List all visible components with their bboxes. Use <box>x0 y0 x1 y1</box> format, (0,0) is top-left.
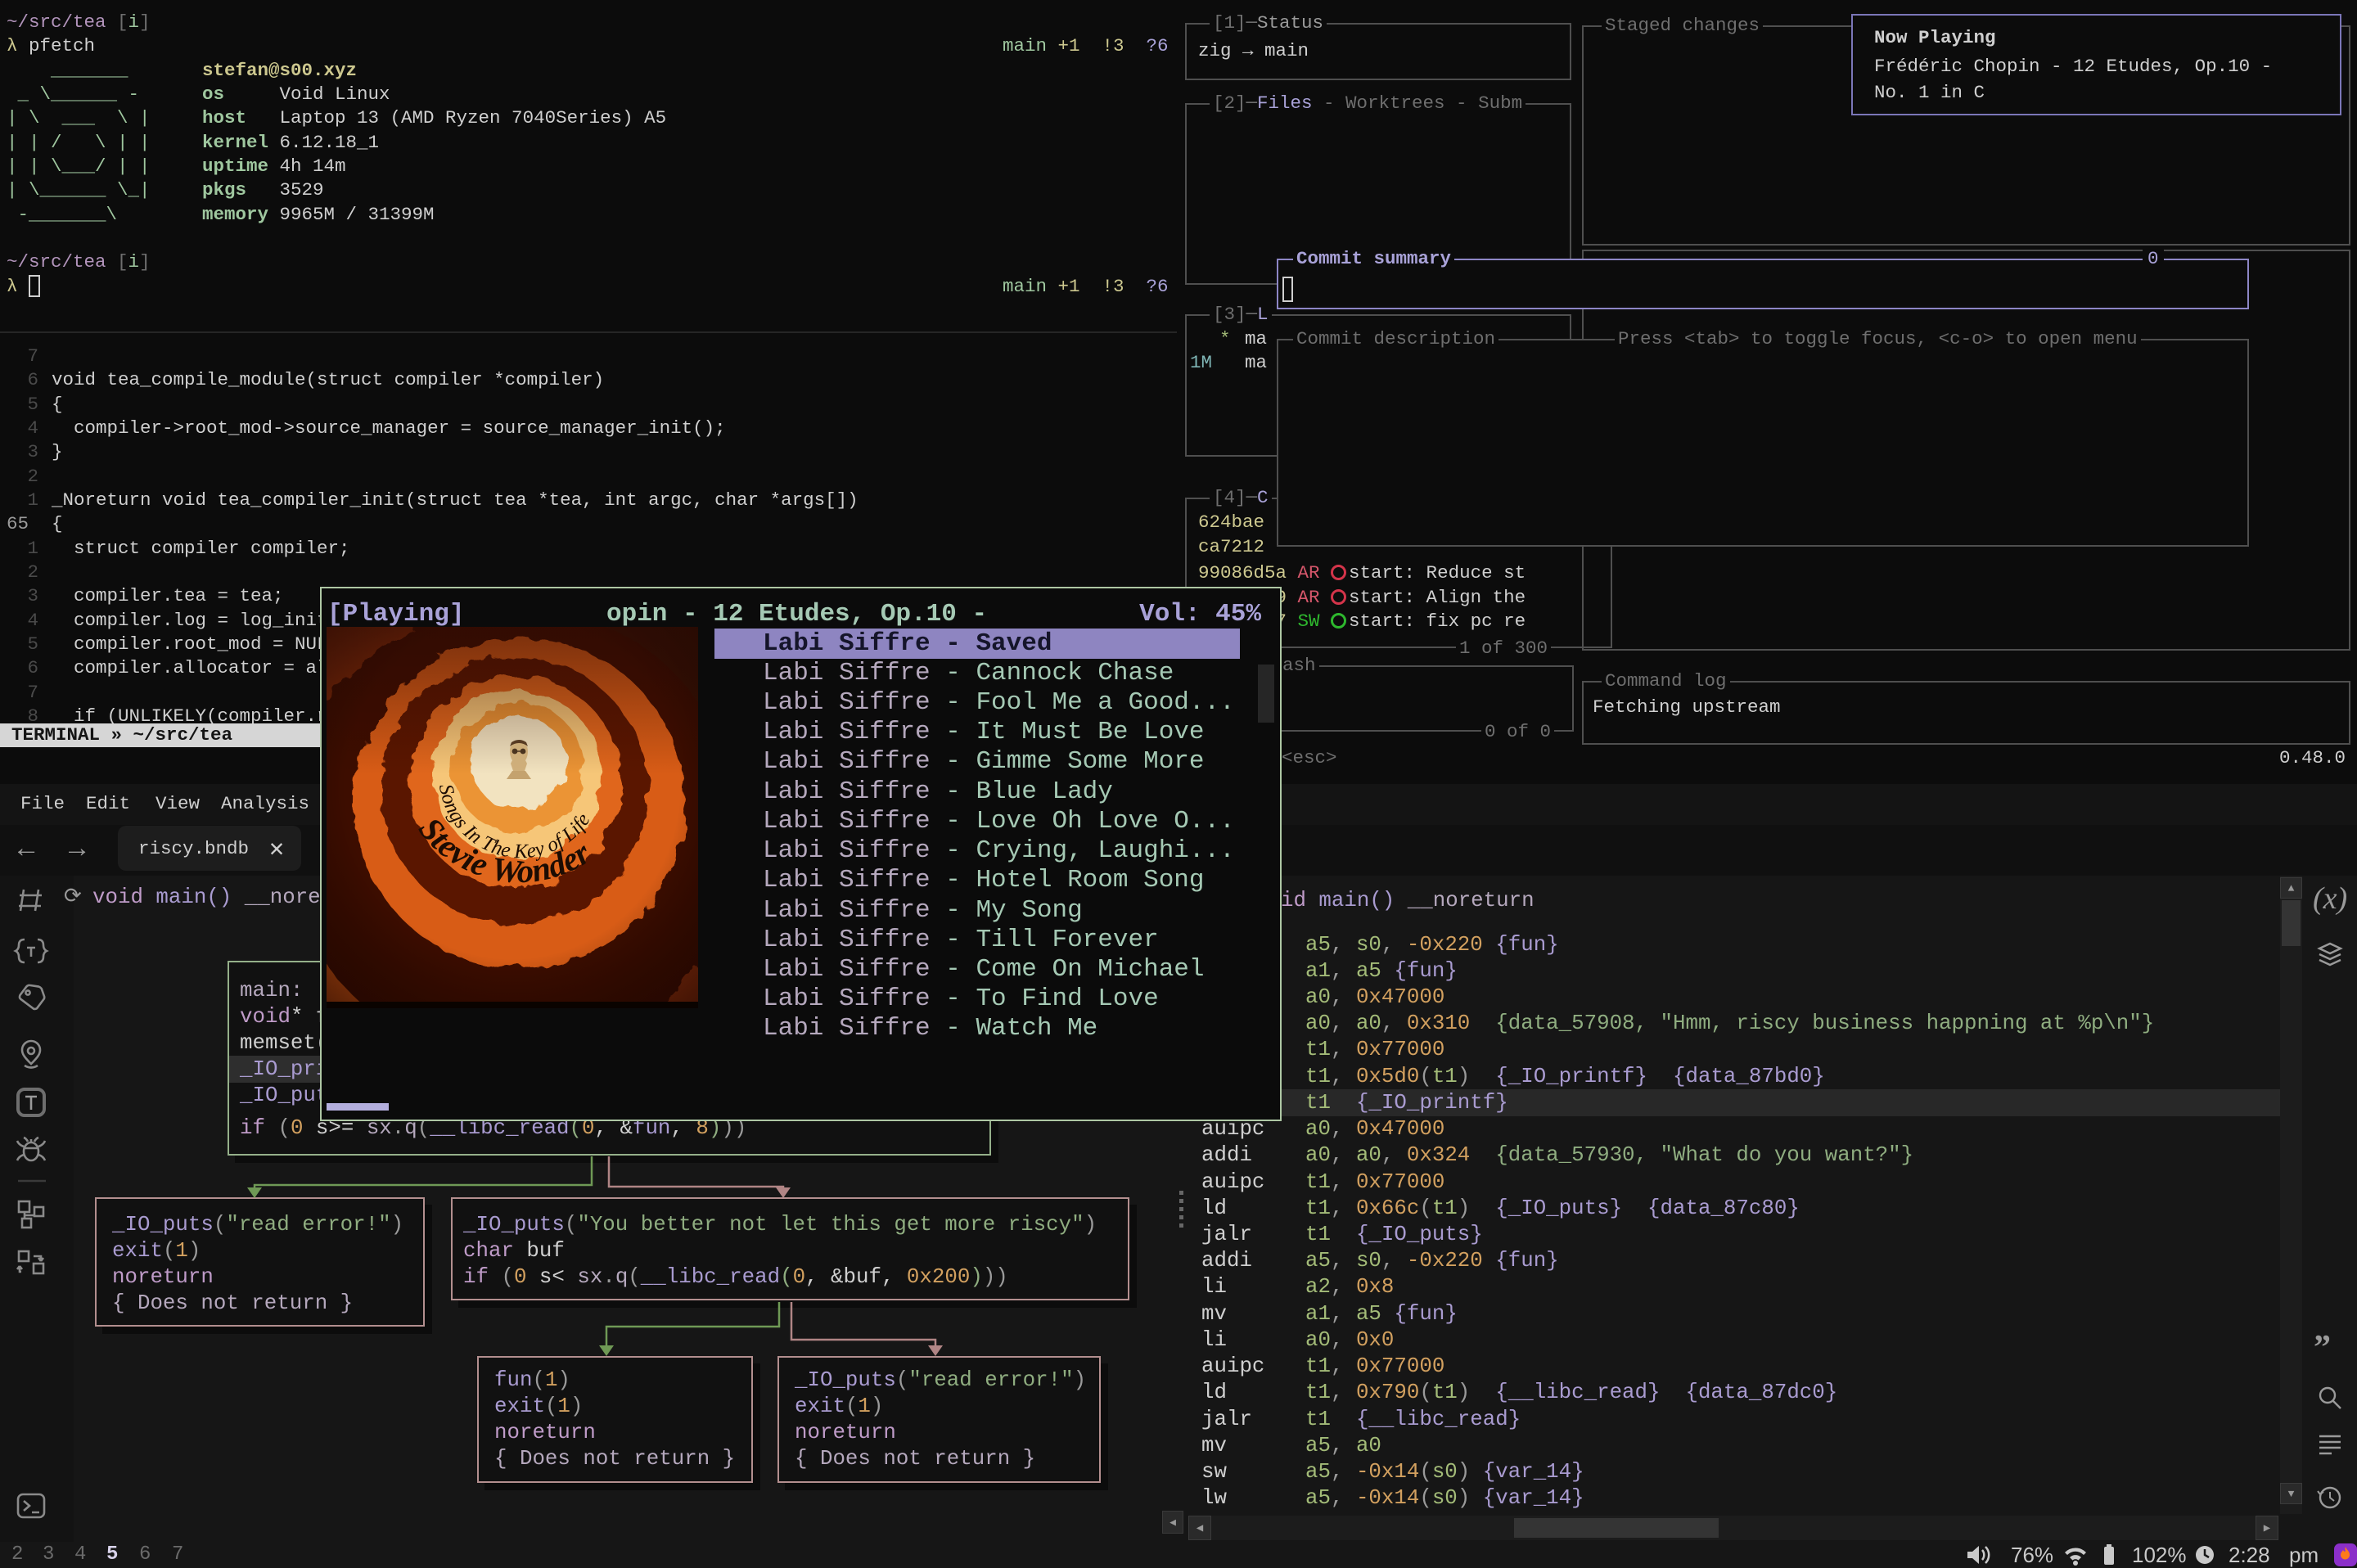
svg-text:(x): (x) <box>2313 881 2347 916</box>
svg-text:”: ” <box>2314 1329 2331 1367</box>
